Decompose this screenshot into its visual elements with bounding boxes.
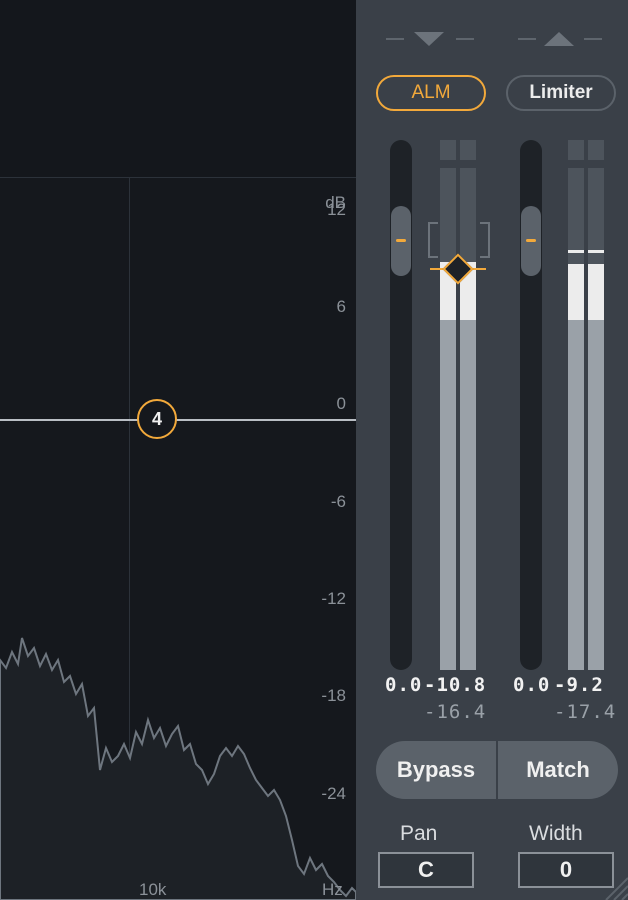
fader-mark [396,239,406,242]
peak-hold-marker [588,250,604,253]
target-bracket [480,222,490,258]
left-gain-fader[interactable] [390,140,412,670]
resize-grip-icon[interactable] [598,870,628,900]
expand-up-icon[interactable] [544,32,574,46]
target-bracket [428,222,438,258]
left-meter-l [440,140,456,670]
limiter-button[interactable]: Limiter [506,75,616,111]
db-tick-minus-12: -12 [321,589,346,608]
right-fader-value: 0.0 [513,674,551,696]
right-meter-l [568,140,584,670]
db-tick-6: 6 [336,297,346,316]
dash-decoration [386,38,404,40]
freq-unit-label: Hz [322,880,343,899]
spectrum-analyzer [0,637,356,900]
left-fader-value: 0.0 [385,674,423,696]
pan-field[interactable]: C [378,852,474,888]
eq-grid-line [0,177,356,178]
right-rms-value: -17.4 [554,701,617,723]
dash-decoration [584,38,602,40]
fader-thumb[interactable] [521,206,541,276]
left-peak-value: -10.8 [424,674,487,696]
right-meter-r [588,140,604,670]
output-panel: ALM Limiter 0.0 -10.8 -16.4 0.0 -9.2 -17… [356,0,628,900]
db-tick-0: 0 [336,394,346,413]
pan-label: Pan [400,822,438,845]
eq-curve[interactable] [0,419,356,421]
eq-display[interactable]: dB 12 6 0 -6 -12 -18 -24 4 10k Hz [0,0,356,900]
db-tick-12: 12 [327,200,346,219]
eq-node-4[interactable]: 4 [137,399,177,439]
dash-decoration [456,38,474,40]
dash-decoration [518,38,536,40]
fader-thumb[interactable] [391,206,411,276]
collapse-down-icon[interactable] [414,32,444,46]
alm-button[interactable]: ALM [376,75,486,111]
width-label: Width [529,822,583,845]
right-gain-fader[interactable] [520,140,542,670]
bypass-button[interactable]: Bypass [376,741,496,799]
left-meter-r [460,140,476,670]
match-button[interactable]: Match [498,741,618,799]
db-tick-minus-6: -6 [330,492,346,511]
eq-top-band [0,0,356,177]
peak-hold-marker [568,250,584,253]
fader-mark [526,239,536,242]
freq-label-10k: 10k [139,880,167,899]
right-peak-value: -9.2 [554,674,604,696]
left-rms-value: -16.4 [424,701,487,723]
